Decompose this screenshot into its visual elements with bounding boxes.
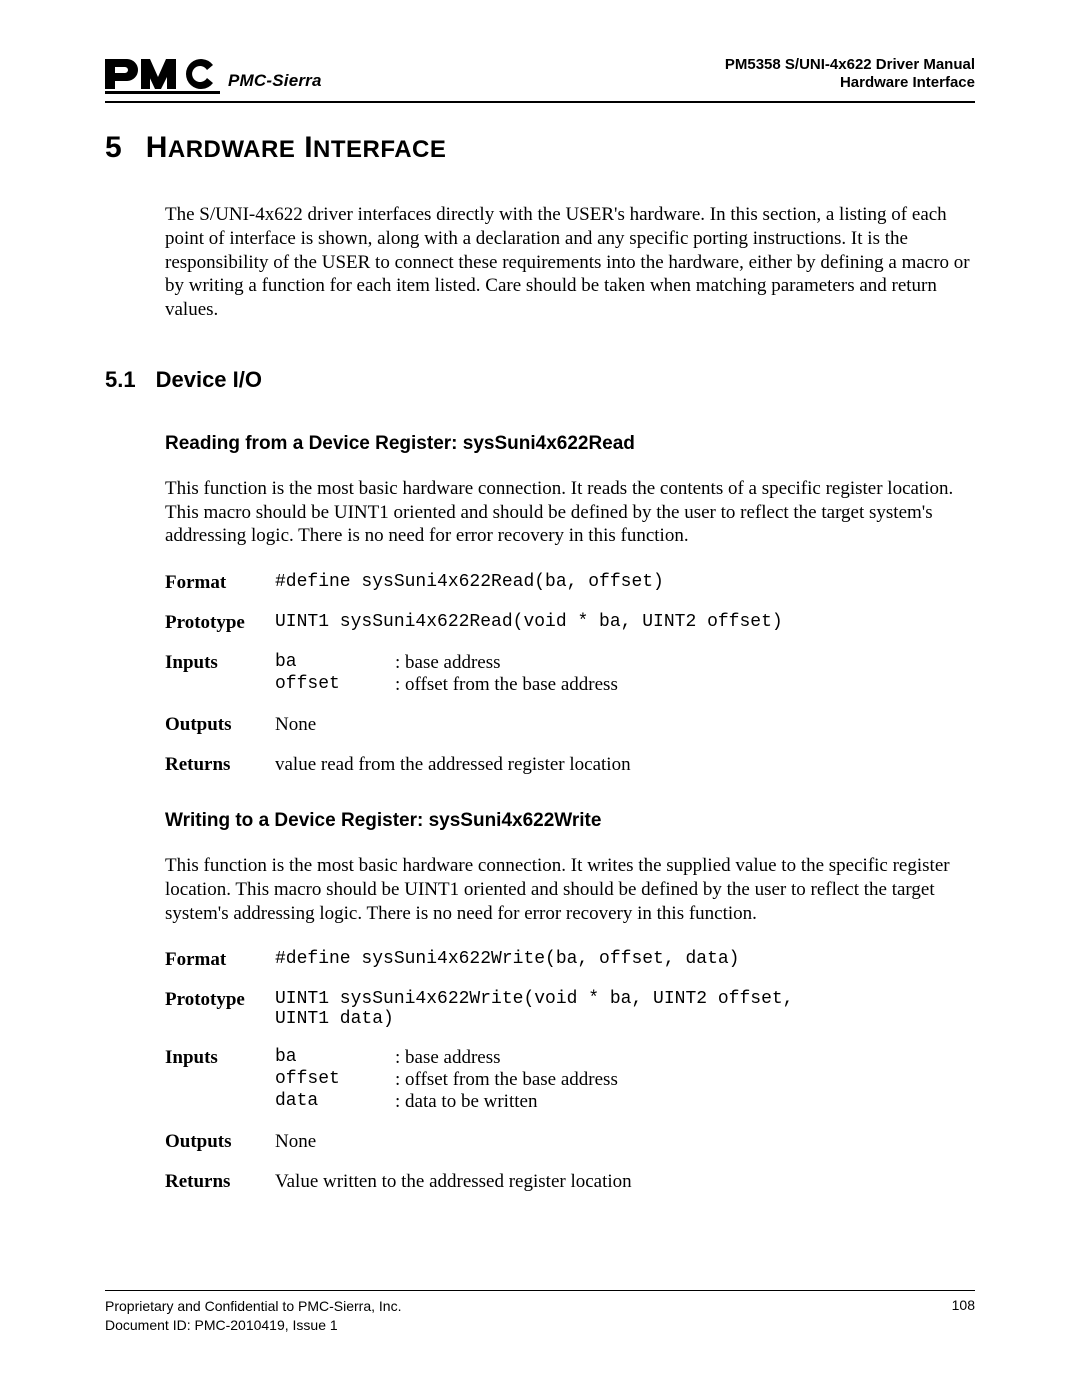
def-row-inputs: Inputs ba : base address offset : offset… xyxy=(165,652,975,696)
def-row-inputs: Inputs ba : base address offset : offset… xyxy=(165,1047,975,1113)
input-line: offset : offset from the base address xyxy=(275,674,975,696)
input-desc: : base address xyxy=(395,1047,501,1069)
read-paragraph: This function is the most basic hardware… xyxy=(165,477,975,548)
pmc-logo-icon xyxy=(105,55,220,95)
input-name: offset xyxy=(275,1069,395,1091)
def-value: Value written to the addressed register … xyxy=(275,1171,975,1193)
write-heading: Writing to a Device Register: sysSuni4x6… xyxy=(165,810,975,832)
def-row-format: Format #define sysSuni4x622Read(ba, offs… xyxy=(165,572,975,594)
def-value: None xyxy=(275,1131,975,1153)
def-label: Inputs xyxy=(165,652,275,696)
inputs-grid: ba : base address offset : offset from t… xyxy=(275,1047,975,1113)
footer-proprietary: Proprietary and Confidential to PMC-Sier… xyxy=(105,1297,401,1316)
input-desc: : offset from the base address xyxy=(395,674,618,696)
def-value: value read from the addressed register l… xyxy=(275,754,975,776)
def-row-returns: Returns Value written to the addressed r… xyxy=(165,1171,975,1193)
input-line: data : data to be written xyxy=(275,1091,975,1113)
def-value: UINT1 sysSuni4x622Write(void * ba, UINT2… xyxy=(275,989,975,1029)
doc-section: Hardware Interface xyxy=(725,74,975,93)
def-label: Format xyxy=(165,949,275,971)
chapter-number: 5 xyxy=(105,131,122,165)
input-name: ba xyxy=(275,1047,395,1069)
def-value: #define sysSuni4x622Read(ba, offset) xyxy=(275,572,975,594)
input-line: ba : base address xyxy=(275,652,975,674)
input-name: data xyxy=(275,1091,395,1113)
def-label: Returns xyxy=(165,1171,275,1193)
header-right: PM5358 S/UNI-4x622 Driver Manual Hardwar… xyxy=(725,56,975,96)
chapter-title: HARDWARE INTERFACE xyxy=(146,131,447,165)
page-number: 108 xyxy=(952,1297,975,1335)
def-label: Returns xyxy=(165,754,275,776)
footer-left: Proprietary and Confidential to PMC-Sier… xyxy=(105,1297,401,1335)
input-name: offset xyxy=(275,674,395,696)
def-value: #define sysSuni4x622Write(ba, offset, da… xyxy=(275,949,975,971)
inputs-grid: ba : base address offset : offset from t… xyxy=(275,652,975,696)
def-label: Outputs xyxy=(165,714,275,736)
def-label: Prototype xyxy=(165,612,275,634)
input-line: offset : offset from the base address xyxy=(275,1069,975,1091)
company-name: PMC-Sierra xyxy=(228,71,322,95)
chapter-heading: 5 HARDWARE INTERFACE xyxy=(105,131,975,165)
def-value: UINT1 sysSuni4x622Read(void * ba, UINT2 … xyxy=(275,612,975,634)
def-label: Inputs xyxy=(165,1047,275,1113)
input-line: ba : base address xyxy=(275,1047,975,1069)
read-heading: Reading from a Device Register: sysSuni4… xyxy=(165,433,975,455)
logo-block: PMC-Sierra xyxy=(105,55,322,95)
def-row-prototype: Prototype UINT1 sysSuni4x622Read(void * … xyxy=(165,612,975,634)
intro-paragraph: The S/UNI-4x622 driver interfaces direct… xyxy=(165,203,975,322)
doc-title: PM5358 S/UNI-4x622 Driver Manual xyxy=(725,56,975,75)
section-number: 5.1 xyxy=(105,367,136,393)
def-row-returns: Returns value read from the addressed re… xyxy=(165,754,975,776)
def-label: Prototype xyxy=(165,989,275,1029)
input-desc: : data to be written xyxy=(395,1091,537,1113)
page-footer: Proprietary and Confidential to PMC-Sier… xyxy=(105,1290,975,1335)
def-row-outputs: Outputs None xyxy=(165,1131,975,1153)
def-value: None xyxy=(275,714,975,736)
def-row-prototype: Prototype UINT1 sysSuni4x622Write(void *… xyxy=(165,989,975,1029)
section-heading: 5.1 Device I/O xyxy=(105,367,975,393)
def-label: Format xyxy=(165,572,275,594)
input-desc: : base address xyxy=(395,652,501,674)
section-title: Device I/O xyxy=(156,367,262,393)
def-row-outputs: Outputs None xyxy=(165,714,975,736)
page: PMC-Sierra PM5358 S/UNI-4x622 Driver Man… xyxy=(0,0,1080,1397)
input-name: ba xyxy=(275,652,395,674)
page-header: PMC-Sierra PM5358 S/UNI-4x622 Driver Man… xyxy=(105,55,975,103)
def-label: Outputs xyxy=(165,1131,275,1153)
read-definitions: Format #define sysSuni4x622Read(ba, offs… xyxy=(165,572,975,776)
footer-docid: Document ID: PMC-2010419, Issue 1 xyxy=(105,1316,401,1335)
def-row-format: Format #define sysSuni4x622Write(ba, off… xyxy=(165,949,975,971)
write-paragraph: This function is the most basic hardware… xyxy=(165,854,975,925)
write-definitions: Format #define sysSuni4x622Write(ba, off… xyxy=(165,949,975,1193)
input-desc: : offset from the base address xyxy=(395,1069,618,1091)
